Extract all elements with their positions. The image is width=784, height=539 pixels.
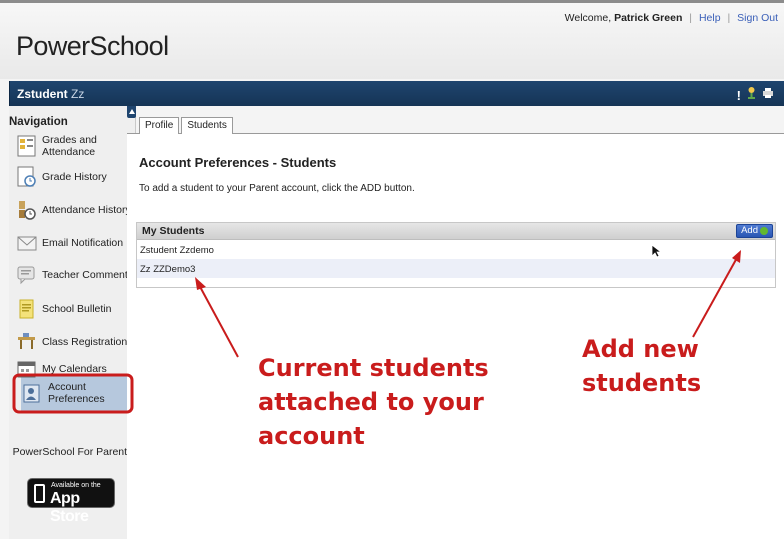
comments-icon — [17, 264, 37, 286]
sidebar-item-attendance-history[interactable]: Attendance History — [17, 199, 135, 221]
welcome-prefix: Welcome, — [564, 12, 612, 24]
header: PowerSchool Welcome, Patrick Green | Hel… — [0, 3, 784, 79]
add-student-button[interactable]: Add — [736, 224, 773, 238]
instruction-text: To add a student to your Parent account,… — [139, 183, 415, 194]
powerschool-for-parents: PowerSchool For Parents — [12, 446, 133, 458]
sidebar-item-label: Grades and Attendance — [42, 134, 97, 158]
sidebar-item-label: Email Notification — [42, 237, 124, 249]
separator: | — [727, 12, 731, 24]
sidebar-item-label: School Bulletin — [42, 303, 112, 315]
mouse-cursor-icon — [651, 244, 661, 258]
student-row[interactable]: Zstudent Zzdemo — [137, 240, 775, 259]
email-icon — [17, 232, 37, 254]
sidebar-item-my-calendars[interactable]: My Calendars — [17, 358, 135, 380]
sidebar-item-label: Teacher Comments — [42, 269, 134, 281]
bar-icons: ! — [737, 86, 774, 104]
grades-icon — [17, 135, 37, 157]
page-title: Account Preferences - Students — [139, 155, 337, 170]
sidebar-item-grade-history[interactable]: Grade History — [17, 166, 135, 188]
powerschool-logo: PowerSchool — [16, 31, 169, 61]
student-bar: Zstudent Zz ! — [9, 81, 784, 106]
welcome-line: Welcome, Patrick Green | Help | Sign Out — [565, 12, 778, 24]
grade-history-icon — [17, 166, 37, 188]
sidebar-item-class-registration[interactable]: Class Registration — [17, 331, 135, 353]
sidebar-item-account-preferences[interactable]: Account Preferences — [23, 381, 129, 405]
annotation-current-students: Current students attached to your accoun… — [258, 354, 489, 450]
lamp-icon[interactable] — [746, 86, 757, 104]
sidebar-item-label: Attendance History — [42, 204, 131, 216]
separator: | — [689, 12, 693, 24]
add-label: Add — [741, 225, 758, 236]
bulletin-icon — [17, 298, 37, 320]
selected-student[interactable]: Zstudent Zz — [17, 87, 84, 101]
app-store-badge[interactable]: Available on the App Store — [27, 478, 115, 525]
annotation-add-new-students: Add new students — [582, 335, 702, 397]
account-icon — [23, 382, 43, 404]
sidebar-item-school-bulletin[interactable]: School Bulletin — [17, 298, 135, 320]
tab-bar: Profile Students — [139, 117, 235, 134]
collapse-sidebar-icon[interactable] — [127, 106, 136, 118]
tab-profile[interactable]: Profile — [139, 117, 180, 134]
sidebar-item-grades-attendance[interactable]: Grades and Attendance — [17, 134, 135, 158]
student-first-name: Zstudent — [17, 87, 68, 101]
sidebar-item-label: Grade History — [42, 171, 107, 183]
panel-title: My Students — [142, 225, 205, 237]
registration-icon — [17, 331, 37, 353]
sidebar-item-label: Account Preferences — [48, 381, 105, 405]
app-store-small-text: Available on the — [51, 482, 101, 489]
sidebar: Navigation Grades and Attendance Grade H… — [9, 106, 136, 539]
calendar-icon — [17, 358, 37, 380]
printer-icon[interactable] — [762, 86, 774, 104]
navigation-title: Navigation — [9, 116, 68, 128]
add-plus-icon — [760, 227, 768, 235]
my-students-panel: My Students Add Zstudent Zzdemo Zz ZZDem… — [136, 222, 776, 288]
tab-students[interactable]: Students — [181, 117, 233, 134]
attendance-history-icon — [17, 199, 37, 221]
sign-out-link[interactable]: Sign Out — [737, 12, 778, 24]
help-link[interactable]: Help — [699, 12, 721, 24]
phone-icon — [34, 484, 45, 503]
sidebar-item-label: My Calendars — [42, 363, 107, 375]
sidebar-item-label: Class Registration — [42, 336, 128, 348]
sidebar-item-teacher-comments[interactable]: Teacher Comments — [17, 264, 135, 286]
user-name: Patrick Green — [614, 12, 683, 24]
sidebar-item-email-notification[interactable]: Email Notification — [17, 232, 135, 254]
student-last-name: Zz — [71, 87, 85, 101]
alert-icon[interactable]: ! — [737, 88, 741, 103]
panel-header: My Students Add — [137, 223, 775, 240]
app-store-text: App Store — [50, 490, 89, 525]
student-row[interactable]: Zz ZZDemo3 — [137, 259, 775, 278]
